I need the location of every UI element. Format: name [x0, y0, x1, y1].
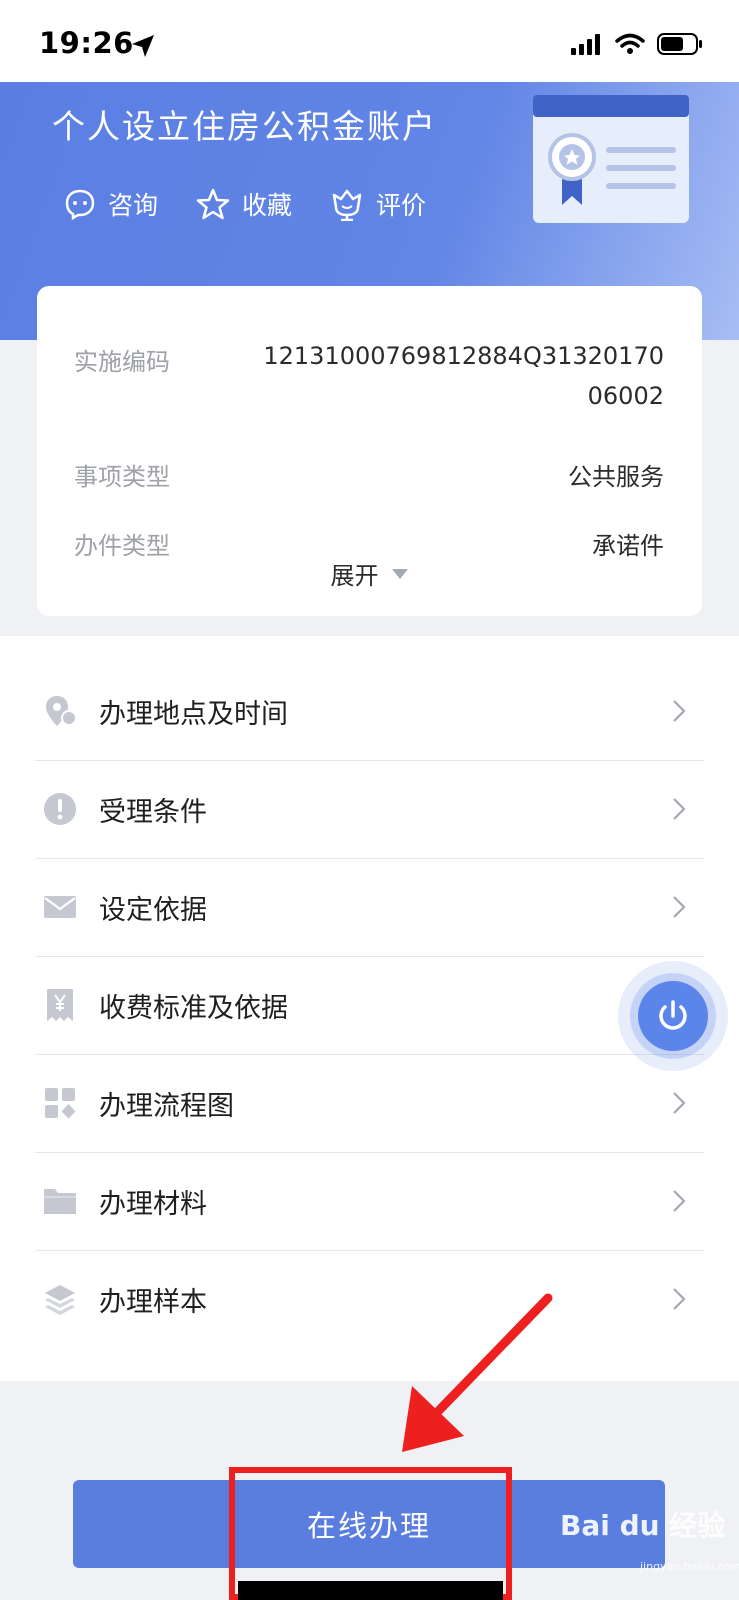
- chevron-right-icon: [673, 798, 686, 820]
- watermark-url: jingyan.baidu.com: [640, 1560, 739, 1573]
- consult-button[interactable]: 咨询: [64, 186, 158, 222]
- exclamation-icon: [43, 792, 77, 826]
- certificate-illustration: [533, 95, 689, 223]
- chevron-right-icon: [673, 896, 686, 918]
- status-icons: [571, 32, 703, 56]
- yen-receipt-icon: [43, 988, 77, 1022]
- favorite-label: 收藏: [242, 191, 293, 220]
- star-icon: [196, 188, 230, 220]
- floating-power-ring: [630, 973, 716, 1059]
- favorite-button[interactable]: 收藏: [196, 186, 292, 222]
- home-indicator-bar: [238, 1581, 503, 1600]
- consult-label: 咨询: [108, 191, 159, 220]
- service-title: 个人设立住房公积金账户: [52, 107, 437, 146]
- chevron-right-icon: [673, 1092, 686, 1114]
- floating-power-button[interactable]: [618, 961, 728, 1071]
- chevron-right-icon: [673, 700, 686, 722]
- item-type-value: 公共服务: [568, 463, 664, 491]
- implementation-code-value-line1: 12131000769812884Q31320170: [263, 342, 664, 370]
- menu-item-legal-basis[interactable]: 设定依据: [35, 858, 704, 957]
- status-time: 19:26: [39, 26, 134, 60]
- rate-label: 评价: [376, 191, 427, 220]
- menu-item-materials[interactable]: 办理材料: [35, 1152, 704, 1251]
- layers-icon: [43, 1282, 77, 1316]
- baidu-jingyan-watermark: Bai du 经验: [560, 1509, 726, 1542]
- power-icon: [659, 1000, 687, 1030]
- chevron-right-icon: [673, 1288, 686, 1310]
- rate-button[interactable]: 评价: [330, 186, 426, 222]
- cellular-signal-icon: [571, 34, 600, 55]
- menu-item-fee-standard[interactable]: 收费标准及依据: [35, 956, 704, 1055]
- menu-item-label: 受理条件: [99, 796, 207, 828]
- chat-icon: [65, 189, 95, 220]
- item-type-label: 事项类型: [74, 463, 170, 491]
- chevron-right-icon: [673, 1190, 686, 1212]
- menu-item-label: 设定依据: [99, 894, 207, 926]
- header-actions: 咨询 收藏 评价: [64, 186, 426, 222]
- menu-item-label: 办理流程图: [99, 1090, 234, 1122]
- menu-item-label: 办理材料: [99, 1188, 207, 1220]
- menu-item-location-time[interactable]: 办理地点及时间: [35, 662, 704, 761]
- caret-down-icon: [391, 568, 408, 579]
- expand-label: 展开: [330, 562, 379, 590]
- wifi-icon: [615, 33, 645, 54]
- menu-item-label: 收费标准及依据: [99, 992, 288, 1024]
- implementation-code-label: 实施编码: [74, 348, 170, 376]
- menu-item-sample[interactable]: 办理样本: [35, 1250, 704, 1348]
- expand-toggle[interactable]: 展开: [0, 556, 739, 591]
- location-arrow-icon: [132, 35, 154, 57]
- envelope-icon: [43, 890, 77, 924]
- flowchart-icon: [43, 1086, 77, 1120]
- location-icon: [43, 694, 77, 728]
- implementation-code-value-line2: 06002: [587, 382, 664, 410]
- annotation-arrow: [402, 1293, 553, 1452]
- flower-icon: [332, 189, 362, 221]
- folder-icon: [43, 1184, 77, 1218]
- menu-item-flowchart[interactable]: 办理流程图: [35, 1054, 704, 1153]
- battery-icon: [657, 33, 702, 55]
- menu-item-acceptance-conditions[interactable]: 受理条件: [35, 760, 704, 859]
- floating-power-core: [638, 981, 708, 1051]
- menu-item-label: 办理地点及时间: [99, 698, 288, 730]
